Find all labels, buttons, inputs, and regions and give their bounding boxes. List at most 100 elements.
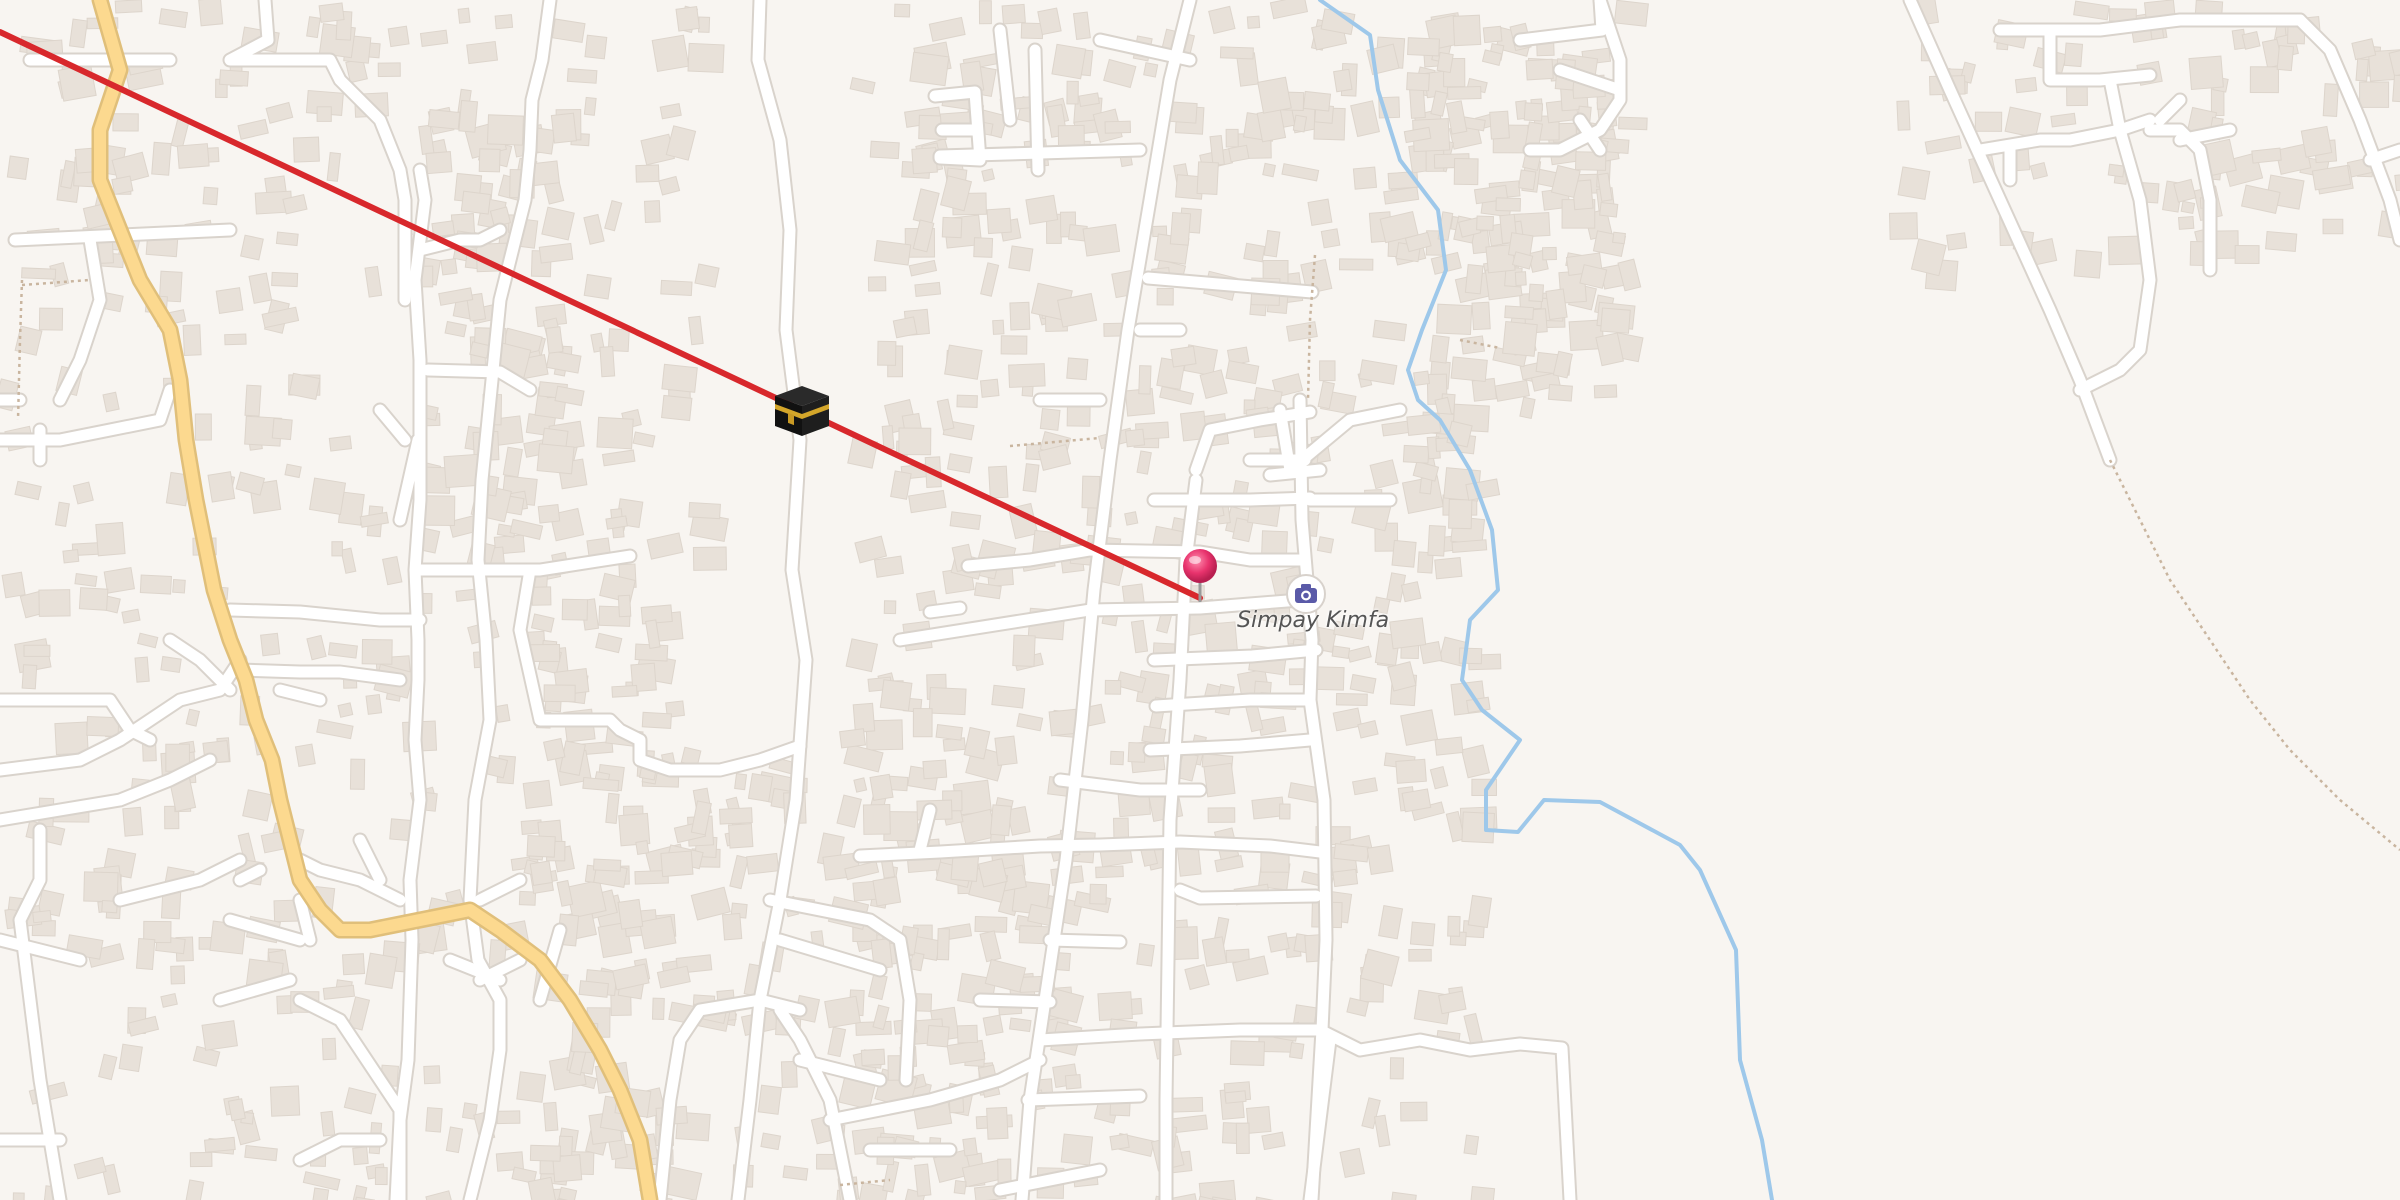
building <box>294 743 316 767</box>
building <box>1072 11 1091 40</box>
building <box>543 1101 559 1132</box>
building <box>1141 725 1167 745</box>
building <box>118 1043 143 1073</box>
building <box>824 995 861 1029</box>
building <box>1946 232 1968 251</box>
building <box>697 16 711 33</box>
building <box>692 546 727 571</box>
building <box>860 1048 886 1067</box>
building <box>1406 72 1430 92</box>
building <box>1389 617 1427 650</box>
building <box>1400 709 1439 746</box>
building <box>992 319 1005 335</box>
building <box>23 644 51 657</box>
building <box>2177 215 2195 230</box>
building <box>2392 74 2400 104</box>
building <box>1219 46 1254 60</box>
building <box>318 2 345 23</box>
building <box>189 1151 213 1168</box>
building <box>1143 62 1159 78</box>
building <box>782 1165 809 1181</box>
building <box>727 823 754 849</box>
building <box>54 721 89 756</box>
building <box>1463 1134 1480 1156</box>
building <box>1448 498 1473 530</box>
building <box>2066 85 2088 107</box>
building <box>215 287 244 315</box>
building <box>1124 511 1139 526</box>
building <box>760 1132 782 1151</box>
building <box>1547 383 1573 402</box>
building <box>1095 865 1124 879</box>
building <box>1022 463 1040 493</box>
building <box>845 638 879 673</box>
building <box>869 773 894 801</box>
building <box>1888 212 1919 240</box>
building <box>561 598 589 621</box>
building <box>1332 868 1359 888</box>
building <box>1208 5 1236 35</box>
building <box>457 7 471 24</box>
building <box>2322 218 2344 235</box>
building <box>944 344 983 380</box>
building <box>134 656 150 683</box>
building <box>1292 114 1308 133</box>
building <box>550 112 578 144</box>
building <box>1012 634 1036 667</box>
building <box>675 6 701 32</box>
building <box>926 1024 950 1048</box>
building <box>2251 147 2282 164</box>
building <box>83 871 119 903</box>
building <box>1225 128 1239 148</box>
building <box>1066 80 1079 105</box>
building <box>661 394 693 422</box>
building <box>349 758 366 790</box>
building <box>1331 645 1351 660</box>
building <box>2249 66 2280 94</box>
building <box>1333 68 1353 93</box>
building <box>867 276 887 292</box>
poi-label[interactable]: Simpay Kimfa <box>1237 608 1389 633</box>
building <box>1366 844 1394 875</box>
building <box>1471 301 1491 331</box>
building <box>1395 758 1427 784</box>
building <box>1170 345 1197 368</box>
building <box>869 140 900 160</box>
building <box>6 155 30 180</box>
building <box>922 759 948 780</box>
building <box>316 106 332 122</box>
building <box>276 995 293 1015</box>
building <box>757 1084 782 1115</box>
kaaba-icon[interactable] <box>775 386 829 436</box>
building <box>883 600 897 615</box>
building <box>746 852 780 875</box>
building <box>114 0 143 14</box>
map-canvas[interactable] <box>0 0 2400 1200</box>
building <box>1599 201 1619 218</box>
building <box>1451 539 1488 554</box>
building <box>1413 370 1431 386</box>
building <box>543 737 566 762</box>
building <box>68 18 88 49</box>
building <box>893 3 911 18</box>
building <box>979 378 1000 398</box>
building <box>1267 932 1290 953</box>
building <box>112 113 139 132</box>
building <box>172 578 186 594</box>
building <box>122 806 144 837</box>
building <box>611 684 638 698</box>
building <box>2234 244 2260 265</box>
building <box>1008 245 1034 272</box>
building <box>1400 581 1422 603</box>
building <box>1452 14 1482 47</box>
building <box>466 40 499 65</box>
building <box>986 207 1012 235</box>
building <box>1593 384 1618 399</box>
building <box>1518 169 1537 191</box>
building <box>2180 200 2196 214</box>
building <box>641 711 672 729</box>
building <box>1201 936 1228 967</box>
building <box>541 206 575 241</box>
building <box>531 586 552 606</box>
building <box>494 14 514 30</box>
